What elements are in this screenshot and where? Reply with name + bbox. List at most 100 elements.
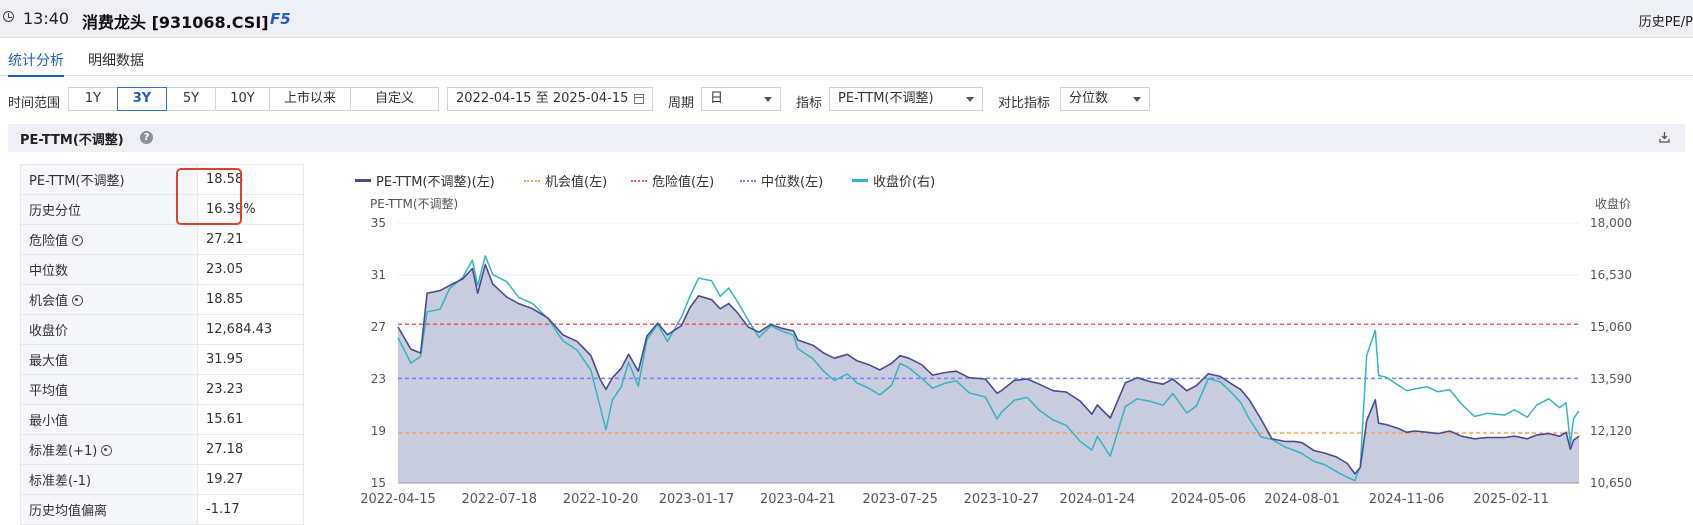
stat-label: 平均值 [29,384,69,399]
stat-label-cell: 机会值 [20,284,198,315]
stats-row: 历史分位 16.39% [20,194,304,225]
stat-label: 危险值 [29,234,69,249]
range-1y-button[interactable]: 1Y [68,87,118,111]
stat-label-cell: 标准差(-1) [20,464,198,495]
x-tick-label: 2024-05-06 [1171,492,1247,507]
y-tick-left: 31 [371,268,386,282]
stat-label-cell: 历史均值偏离 [20,494,198,525]
gear-icon[interactable] [72,295,84,306]
range-5y-button[interactable]: 5Y [166,87,216,111]
indicator-value: PE-TTM(不调整) [838,91,934,106]
x-tick-label: 2024-11-06 [1369,492,1445,507]
question-circle-icon[interactable]: ? [140,131,153,144]
range-3y-button[interactable]: 3Y [117,87,167,111]
title-right-text: 历史PE/P [1638,15,1693,30]
stats-row: 机会值 18.85 [20,284,304,315]
compare-label: 对比指标 [998,96,1051,111]
stat-value: 12,684.43 [197,314,304,345]
period-label: 周期 [668,96,695,111]
stat-label: 中位数 [29,264,69,279]
stats-row: 历史均值偏离 -1.17 [20,494,304,525]
legend-item-danger[interactable]: 危险值(左) [631,171,714,190]
legend-item-median[interactable]: 中位数(左) [740,171,823,190]
y-tick-left: 23 [371,372,386,386]
stats-row: 危险值 27.21 [20,224,304,255]
pe-area [398,264,1579,483]
x-tick-label: 2022-10-20 [563,492,639,507]
x-tick-label: 2025-02-11 [1473,492,1549,507]
y-tick-right: 16,530 [1590,268,1632,282]
stat-value: 31.95 [197,344,304,375]
range-custom-button[interactable]: 自定义 [350,87,439,111]
section-header: PE-TTM(不调整) ? [8,124,1685,152]
legend-item-opportunity[interactable]: 机会值(左) [524,171,607,190]
y-tick-right: 10,650 [1590,476,1632,490]
download-icon[interactable] [1659,131,1670,143]
stat-value: -1.17 [197,494,304,525]
stat-label-cell: 中位数 [20,254,198,285]
stat-label: 机会值 [29,294,69,309]
compare-select[interactable]: 分位数 [1060,87,1150,111]
range-since-listing-button[interactable]: 上市以来 [269,87,351,111]
y-tick-right: 18,000 [1590,216,1632,230]
gear-icon[interactable] [101,445,113,456]
stats-row: 收盘价 12,684.43 [20,314,304,345]
stat-value: 19.27 [197,464,304,495]
stat-label-cell: 收盘价 [20,314,198,345]
y-tick-left: 27 [371,320,386,334]
stats-row: 标准差(+1) 27.18 [20,434,304,465]
x-tick-label: 2023-01-17 [659,492,735,507]
x-tick-label: 2024-08-01 [1264,492,1340,507]
stat-value: 27.21 [197,224,304,255]
y-tick-right: 12,120 [1590,424,1632,438]
section-title: PE-TTM(不调整) [20,133,124,148]
stat-label-cell: 平均值 [20,374,198,405]
highlight-box [176,168,242,225]
pe-line [397,263,1580,475]
stat-label-cell: 最小值 [20,404,198,435]
stat-label: 最大值 [29,354,69,369]
stat-value: 23.23 [197,374,304,405]
stat-label-cell: 危险值 [20,224,198,255]
stat-value: 15.61 [197,404,304,435]
x-tick-label: 2022-04-15 [360,492,436,507]
stat-label: 历史分位 [29,204,82,219]
y-tick-right: 13,590 [1590,372,1632,386]
stat-label-cell: PE-TTM(不调整) [20,164,198,195]
time-label: 13:40 [23,9,70,28]
legend-item-price[interactable]: 收盘价(右) [852,171,935,190]
legend-item-pe[interactable]: PE-TTM(不调整)(左) [355,171,495,190]
x-tick-label: 2023-10-27 [964,492,1040,507]
y-axis-label-right: 收盘价 [1595,196,1631,211]
calendar-icon [634,94,644,104]
period-select[interactable]: 日 [701,87,781,111]
stats-table: PE-TTM(不调整) 18.58 历史分位 16.39% 危险值 27.21 中位数 23.… [20,164,304,525]
chevron-down-icon [966,97,974,102]
indicator-select[interactable]: PE-TTM(不调整) [829,87,983,111]
tab-bar: 统计分析 明细数据 [0,44,1693,77]
tab-stats-analysis[interactable]: 统计分析 [8,50,64,77]
stats-row: 平均值 23.23 [20,374,304,405]
time-range-label: 时间范围 [8,96,61,111]
stat-label: 历史均值偏离 [29,504,108,519]
x-tick-label: 2023-04-21 [760,492,836,507]
stat-value: 27.18 [197,434,304,465]
chevron-down-icon [1133,97,1141,102]
stats-row: PE-TTM(不调整) 18.58 [20,164,304,195]
chevron-down-icon [764,97,772,102]
date-range-value: 2022-04-15 至 2025-04-15 [456,91,629,106]
y-tick-left: 35 [371,216,386,230]
compare-value: 分位数 [1069,91,1109,106]
stat-label-cell: 标准差(+1) [20,434,198,465]
tab-detail-data[interactable]: 明细数据 [88,50,144,70]
stat-label: 标准差(+1) [29,444,98,459]
y-axis-label-left: PE-TTM(不调整) [370,196,458,211]
x-tick-label: 2023-07-25 [862,492,938,507]
stat-value: 23.05 [197,254,304,285]
range-10y-button[interactable]: 10Y [215,87,270,111]
date-range-picker[interactable]: 2022-04-15 至 2025-04-15 [447,87,653,111]
y-tick-right: 15,060 [1590,320,1632,334]
gear-icon[interactable] [72,235,84,246]
stats-row: 最大值 31.95 [20,344,304,375]
stat-value: 18.85 [197,284,304,315]
